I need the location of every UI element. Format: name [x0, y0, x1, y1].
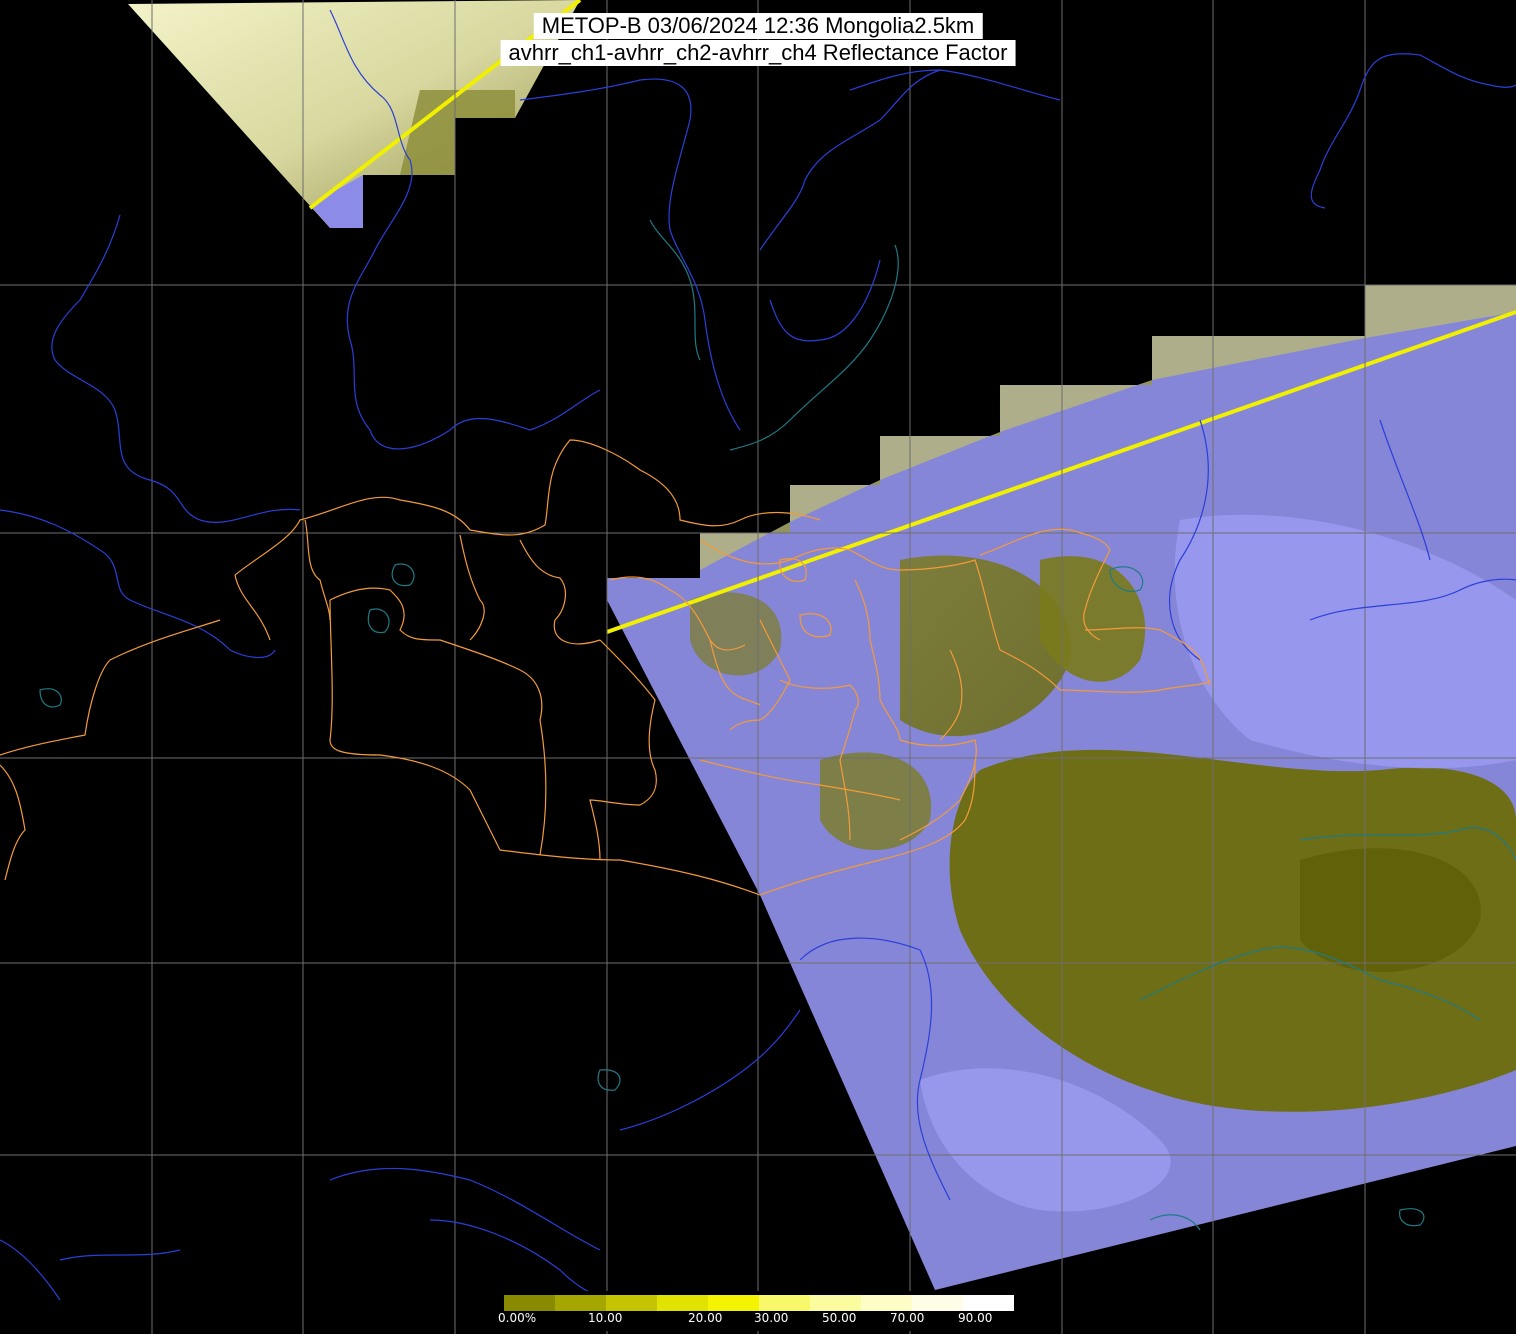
- colorbar-label: 70.00: [890, 1311, 925, 1325]
- colorbar-swatch: [912, 1295, 963, 1311]
- colorbar-swatch: [606, 1295, 657, 1311]
- colorbar-label: 20.00: [688, 1311, 723, 1325]
- borders: [0, 439, 1211, 896]
- satellite-map: METOP-B 03/06/2024 12:36 Mongolia2.5km a…: [0, 0, 1516, 1334]
- colorbar-label: 0.00%: [498, 1311, 537, 1325]
- colorbar-label: 50.00: [822, 1311, 857, 1325]
- colorbar-labels: 0.00% 10.00 20.00 30.00 50.00 70.00 90.0…: [498, 1311, 1018, 1329]
- colorbar-swatch: [657, 1295, 708, 1311]
- title-line-1: METOP-B 03/06/2024 12:36 Mongolia2.5km: [533, 13, 983, 39]
- title-line-2: avhrr_ch1-avhrr_ch2-avhrr_ch4 Reflectanc…: [500, 40, 1016, 66]
- colorbar: [503, 1294, 1015, 1312]
- colorbar-swatch: [963, 1295, 1014, 1311]
- colorbar-label: 30.00: [754, 1311, 789, 1325]
- colorbar-label: 10.00: [588, 1311, 623, 1325]
- colorbar-swatch: [759, 1295, 810, 1311]
- colorbar-swatch: [504, 1295, 555, 1311]
- colorbar-swatch: [555, 1295, 606, 1311]
- colorbar-swatch: [708, 1295, 759, 1311]
- colorbar-swatch: [861, 1295, 912, 1311]
- colorbar-label: 90.00: [958, 1311, 993, 1325]
- colorbar-swatch: [810, 1295, 861, 1311]
